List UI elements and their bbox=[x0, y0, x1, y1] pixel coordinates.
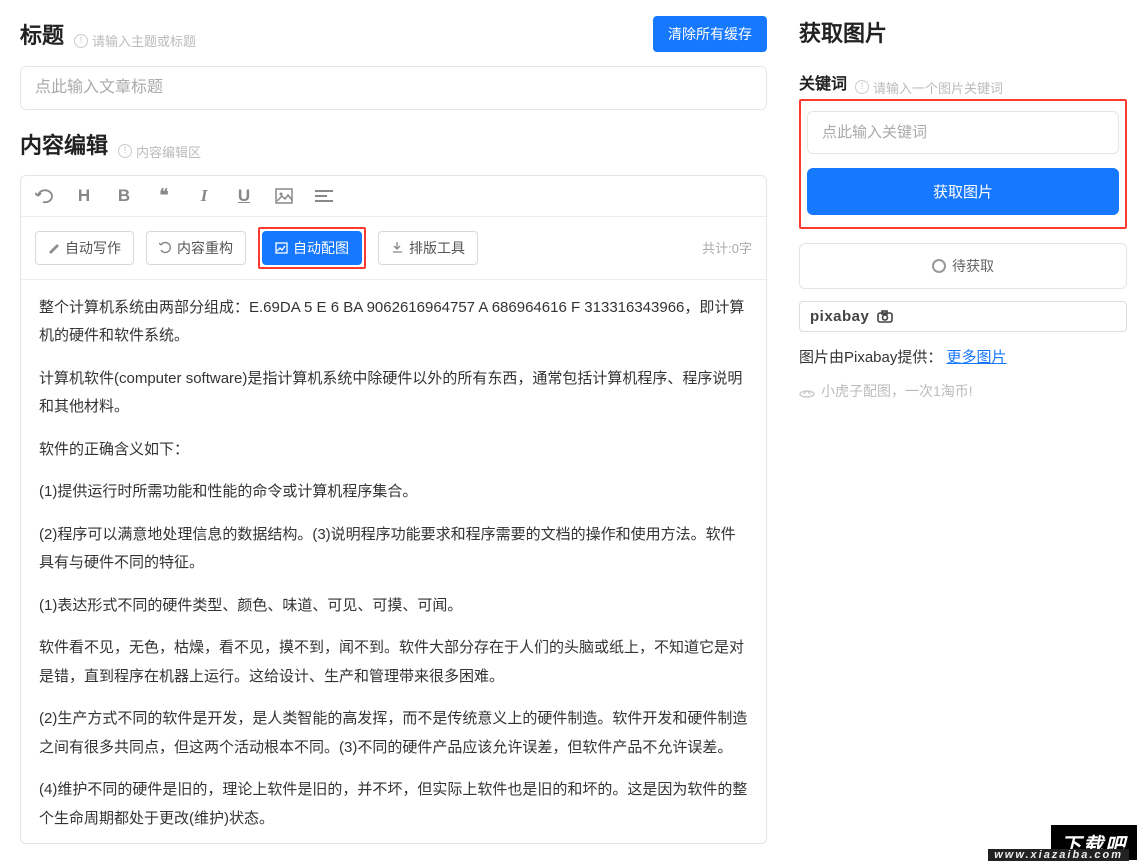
sidebar: 获取图片 关键词 ! 请输入一个图片关键词 获取图片 待获取 pixabay 图… bbox=[787, 0, 1137, 860]
section-title: 标题 bbox=[20, 18, 64, 50]
keyword-input[interactable] bbox=[807, 111, 1119, 154]
bold-icon[interactable]: B bbox=[115, 186, 133, 206]
sidebar-title: 获取图片 bbox=[799, 16, 1127, 48]
pending-status: 待获取 bbox=[799, 243, 1127, 289]
paragraph: 计算机软件(computer software)是指计算机系统中除硬件以外的所有… bbox=[39, 365, 748, 422]
watermark: 下载吧 www.xiazaiba.com bbox=[1051, 825, 1137, 860]
action-toolbar: 自动写作 内容重构 自动配图 排版工具 共计:0字 bbox=[21, 217, 766, 280]
paragraph: (4)维护不同的硬件是旧的，理论上软件是旧的，并不坏，但实际上软件也是旧的和坏的… bbox=[39, 776, 748, 833]
footer-note: 小虎子配图，一次1淘币! bbox=[799, 381, 1127, 401]
restructure-button[interactable]: 内容重构 bbox=[146, 231, 246, 265]
auto-image-highlight: 自动配图 bbox=[258, 227, 366, 269]
more-images-link[interactable]: 更多图片 bbox=[947, 349, 1007, 366]
content-hint: ! 内容编辑区 bbox=[118, 142, 201, 161]
clear-cache-button[interactable]: 清除所有缓存 bbox=[653, 16, 767, 52]
quote-icon[interactable]: ❝ bbox=[155, 186, 173, 206]
keyword-highlight-box: 获取图片 bbox=[799, 99, 1127, 229]
info-icon: ! bbox=[74, 34, 88, 48]
align-left-icon[interactable] bbox=[315, 189, 333, 203]
image-credit: 图片由Pixabay提供： 更多图片 bbox=[799, 346, 1127, 367]
paragraph: (2)生产方式不同的软件是开发，是人类智能的高发挥，而不是传统意义上的硬件制造。… bbox=[39, 705, 748, 762]
undo-icon[interactable] bbox=[35, 188, 53, 204]
keyword-label: 关键词 bbox=[799, 70, 847, 94]
section-title: 内容编辑 bbox=[20, 128, 108, 160]
paragraph: (2)程序可以满意地处理信息的数据结构。(3)说明程序功能要求和程序需要的文档的… bbox=[39, 521, 748, 578]
title-header-row: 标题 ! 请输入主题或标题 清除所有缓存 bbox=[20, 16, 767, 52]
info-icon: ! bbox=[118, 144, 132, 158]
word-count: 共计:0字 bbox=[702, 238, 752, 257]
pixabay-badge: pixabay bbox=[799, 301, 1127, 332]
auto-image-button[interactable]: 自动配图 bbox=[262, 231, 362, 265]
paragraph: (1)表达形式不同的硬件类型、颜色、味道、可见、可摸、可闻。 bbox=[39, 592, 748, 621]
editor-content[interactable]: 整个计算机系统由两部分组成：E.69DA 5 E 6 BA 9062616964… bbox=[21, 280, 766, 844]
article-title-input[interactable] bbox=[20, 66, 767, 110]
paragraph: (1)提供运行时所需功能和性能的命令或计算机程序集合。 bbox=[39, 478, 748, 507]
heading-icon[interactable]: H bbox=[75, 186, 93, 206]
format-toolbar: H B ❝ I U bbox=[21, 176, 766, 217]
keyword-hint: ! 请输入一个图片关键词 bbox=[855, 78, 1003, 97]
main-panel: 标题 ! 请输入主题或标题 清除所有缓存 内容编辑 ! 内容编辑区 H bbox=[0, 0, 787, 860]
fetch-image-button[interactable]: 获取图片 bbox=[807, 168, 1119, 215]
circle-icon bbox=[932, 259, 946, 273]
layout-tool-button[interactable]: 排版工具 bbox=[378, 231, 478, 265]
paragraph: 软件看不见，无色，枯燥，看不见，摸不到，闻不到。软件大部分存在于人们的头脑或纸上… bbox=[39, 634, 748, 691]
paragraph: 软件的正确含义如下： bbox=[39, 436, 748, 465]
content-edit-header: 内容编辑 ! 内容编辑区 bbox=[20, 128, 767, 161]
info-icon: ! bbox=[855, 80, 869, 94]
paragraph: 整个计算机系统由两部分组成：E.69DA 5 E 6 BA 9062616964… bbox=[39, 294, 748, 351]
image-icon[interactable] bbox=[275, 188, 293, 204]
italic-icon[interactable]: I bbox=[195, 186, 213, 206]
auto-write-button[interactable]: 自动写作 bbox=[35, 231, 134, 265]
underline-icon[interactable]: U bbox=[235, 186, 253, 206]
editor-box: H B ❝ I U 自动写作 内容重构 bbox=[20, 175, 767, 845]
title-hint: ! 请输入主题或标题 bbox=[74, 31, 196, 50]
